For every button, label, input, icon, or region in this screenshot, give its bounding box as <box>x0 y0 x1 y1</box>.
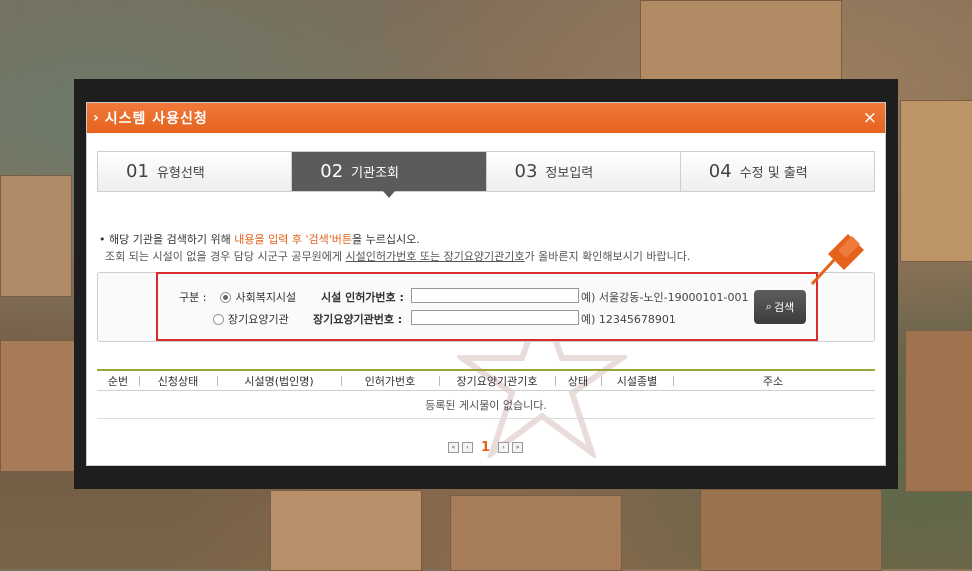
column-header: 장기요양기관기호 <box>439 373 555 389</box>
tab-step-2[interactable]: 02 기관조회 <box>292 152 487 198</box>
search-button[interactable]: ⌕ 검색 <box>754 290 806 324</box>
step-tabs: 01 유형선택 02 기관조회 03 정보입력 04 수정 및 출력 <box>97 151 875 198</box>
last-page-button[interactable]: » <box>512 442 524 453</box>
radio-label: 사회복지시설 <box>235 291 297 304</box>
category-label: 구분 : <box>179 291 207 304</box>
facility-license-input[interactable] <box>411 288 579 303</box>
column-header: 순번 <box>107 374 129 388</box>
dialog-titlebar: › 시스템 사용신청 × <box>87 103 885 133</box>
search-button-label: 검색 <box>773 301 795 314</box>
tab-step-1[interactable]: 01 유형선택 <box>98 152 293 191</box>
dialog-title: 시스템 사용신청 <box>104 111 208 127</box>
first-page-button[interactable]: « <box>448 442 459 453</box>
tab-step-4[interactable]: 04 수정 및 출력 <box>680 152 874 191</box>
notice-text: 조회 되는 시설이 없을 경우 담당 시군구 공무원에게 <box>105 250 346 263</box>
notice-underlined: 시설인허가번호 또는 장기요양기관기호 <box>345 250 525 263</box>
category-row-1: 구분 : 사회복지시설 <box>179 289 296 305</box>
prev-page-button[interactable]: ‹ <box>462 442 473 453</box>
highlight-box <box>156 272 818 341</box>
column-header: 시설명(법인명) <box>217 373 341 389</box>
column-header: 상태 <box>555 373 601 389</box>
close-icon[interactable]: × <box>863 108 877 128</box>
radio-long-term-care[interactable] <box>213 313 224 325</box>
step-number: 04 <box>708 161 732 182</box>
step-number: 03 <box>514 161 538 182</box>
step-number: 01 <box>126 161 149 182</box>
notice-text: 을 누르십시오. <box>352 233 420 246</box>
notice-text: 가 올바른지 확인해보시기 바랍니다. <box>524 250 691 263</box>
notice-text: • 해당 기관을 검색하기 위해 <box>99 233 235 246</box>
pagination: « ‹ 1 › » <box>448 440 524 455</box>
result-table-header: 순번 신청상태 시설명(법인명) 인허가번호 장기요양기관기호 상태 시설종별 … <box>97 369 875 391</box>
column-header: 주소 <box>673 373 873 389</box>
notice-highlight: 내용을 입력 후 '검색'버튼 <box>234 233 353 246</box>
care-institution-number-input[interactable] <box>411 310 579 325</box>
field2-label: 장기요양기관번호 : <box>313 313 403 326</box>
tab-step-3[interactable]: 03 정보입력 <box>486 152 681 191</box>
category-row-2: 장기요양기관 <box>213 311 289 327</box>
notice-line-1: • 해당 기관을 검색하기 위해 내용을 입력 후 '검색'버튼을 누르십시오. <box>99 231 420 247</box>
pushpin-icon <box>810 234 864 286</box>
column-header: 시설종별 <box>601 373 673 389</box>
step-number: 02 <box>320 161 344 182</box>
step-label: 기관조회 <box>351 166 399 181</box>
search-icon: ⌕ <box>765 300 772 313</box>
field1-label: 시설 인허가번호 : <box>321 291 404 304</box>
step-label: 유형선택 <box>156 166 205 181</box>
radio-social-welfare[interactable] <box>220 291 232 303</box>
next-page-button[interactable]: › <box>498 442 510 453</box>
empty-table-message: 등록된 게시물이 없습니다. <box>97 391 875 419</box>
chevron-right-icon: › <box>93 110 99 126</box>
step-label: 수정 및 출력 <box>739 166 808 181</box>
column-header: 신청상태 <box>139 373 217 389</box>
example-2: 예) 12345678901 <box>581 313 676 326</box>
radio-label: 장기요양기관 <box>228 313 289 326</box>
current-page[interactable]: 1 <box>481 440 490 455</box>
column-header: 인허가번호 <box>341 373 439 389</box>
notice-line-2: 조회 되는 시설이 없을 경우 담당 시군구 공무원에게 시설인허가번호 또는 … <box>105 248 690 264</box>
system-application-dialog: › 시스템 사용신청 × 01 유형선택 02 기관조회 03 정보입력 04 … <box>86 102 886 466</box>
step-label: 정보입력 <box>545 166 594 181</box>
example-1: 예) 서울강동-노인-19000101-001 <box>581 291 749 304</box>
